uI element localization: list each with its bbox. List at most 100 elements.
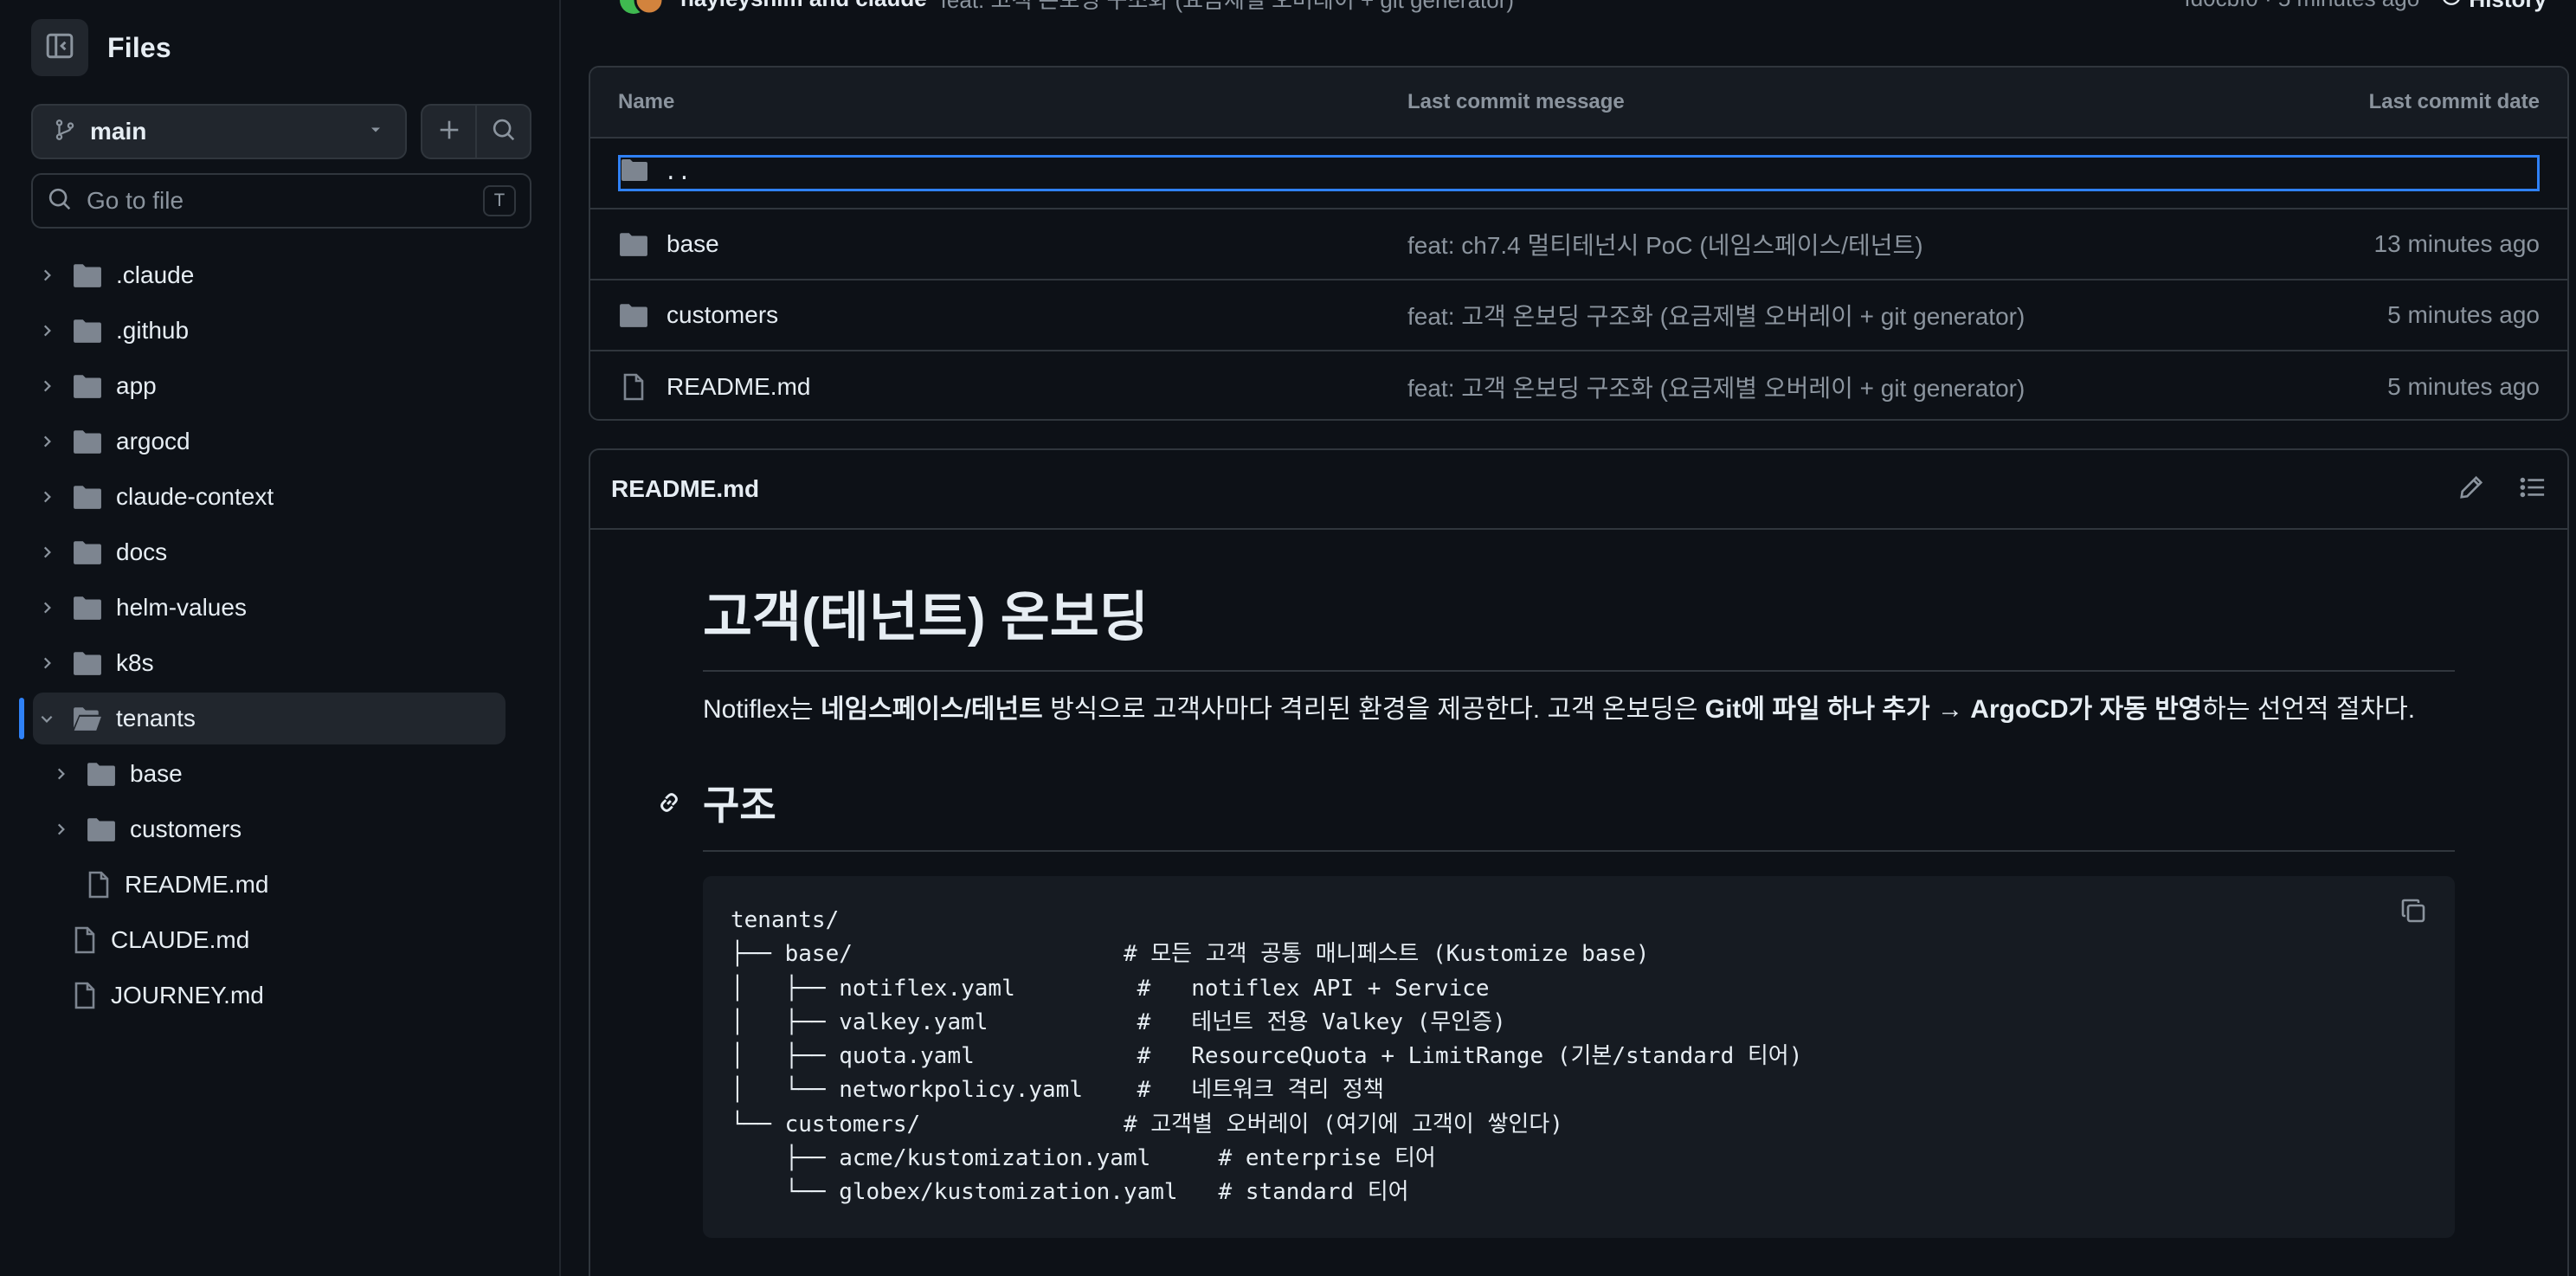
main-content: hayleyshim and claude feat: 고객 온보딩 구조화 (… xyxy=(563,0,2576,1276)
tree-item-journey-md[interactable]: JOURNEY.md xyxy=(33,970,518,1021)
file-name-link[interactable]: base xyxy=(667,230,719,258)
author-avatars[interactable] xyxy=(620,0,672,16)
table-row[interactable]: customers feat: 고객 온보딩 구조화 (요금제별 오버레이 + g… xyxy=(590,280,2567,351)
branch-name: main xyxy=(90,118,147,145)
tree-item-customers[interactable]: customers xyxy=(47,803,518,855)
tree-item-label: helm-values xyxy=(116,594,247,621)
sidebar-header: Files xyxy=(31,19,171,76)
commit-date: 5 minutes ago xyxy=(2387,373,2540,400)
selected-indicator xyxy=(19,698,24,739)
file-icon xyxy=(618,373,649,401)
chevron-right-icon[interactable] xyxy=(33,434,61,449)
chevron-right-icon[interactable] xyxy=(33,267,61,283)
outline-list-icon[interactable] xyxy=(2519,474,2547,505)
tree-item-argocd[interactable]: argocd xyxy=(33,416,518,467)
git-branch-icon xyxy=(54,119,76,145)
readme-heading-2: 구조 xyxy=(703,774,2455,852)
tree-item-app[interactable]: app xyxy=(33,360,518,412)
folder-icon xyxy=(73,318,102,344)
tree-item-docs[interactable]: docs xyxy=(33,526,518,578)
tree-item-label: JOURNEY.md xyxy=(111,982,264,1009)
keyboard-shortcut-badge: T xyxy=(483,185,516,216)
commit-date: 13 minutes ago xyxy=(2373,230,2540,257)
tree-item-claude-md[interactable]: CLAUDE.md xyxy=(33,914,518,966)
tree-item-label: docs xyxy=(116,538,168,565)
tree-item-label: README.md xyxy=(125,871,269,898)
chevron-right-icon[interactable] xyxy=(33,545,61,560)
sidebar-title: Files xyxy=(107,31,171,63)
go-to-file-field[interactable]: T xyxy=(31,173,531,229)
tree-item-label: claude-context xyxy=(116,483,274,510)
edit-pencil-icon[interactable] xyxy=(2458,474,2484,505)
collapse-sidebar-button[interactable] xyxy=(31,19,88,76)
commit-sha[interactable]: fd0cbf0 · 5 minutes ago xyxy=(2184,0,2419,12)
commit-date: 5 minutes ago xyxy=(2387,301,2540,328)
folder-icon xyxy=(73,539,102,565)
github-file-browser: Files main Go to file T .claude .github … xyxy=(0,0,2576,1276)
file-name-link[interactable]: customers xyxy=(667,301,778,329)
folder-icon xyxy=(73,429,102,454)
commit-authors[interactable]: hayleyshim and claude xyxy=(680,0,927,12)
commit-meta: fd0cbf0 · 5 minutes ago History xyxy=(2184,0,2547,13)
chevron-right-icon[interactable] xyxy=(33,323,61,338)
tree-item-label: tenants xyxy=(116,705,196,731)
chevron-down-icon[interactable] xyxy=(33,711,61,726)
commit-message-link[interactable]: feat: 고객 온보딩 구조화 (요금제별 오버레이 + git genera… xyxy=(1407,298,2193,332)
folder-icon xyxy=(618,302,649,328)
chevron-right-icon[interactable] xyxy=(33,489,61,505)
tree-item-github[interactable]: .github xyxy=(33,305,518,357)
paragraph-bold-text: 네임스페이스/테넌트 xyxy=(820,695,1043,724)
parent-directory-row[interactable]: .. xyxy=(590,139,2567,209)
file-icon xyxy=(73,982,97,1009)
tree-item-k8s[interactable]: k8s xyxy=(33,637,518,689)
folder-icon xyxy=(73,595,102,621)
go-to-file-input[interactable] xyxy=(85,186,471,216)
file-name-link[interactable]: README.md xyxy=(667,373,810,401)
tree-item-helm-values[interactable]: helm-values xyxy=(33,582,518,634)
add-file-button[interactable] xyxy=(422,106,475,158)
folder-icon xyxy=(621,158,648,189)
folder-icon xyxy=(73,262,102,288)
tree-item-readme-md[interactable]: README.md xyxy=(47,859,518,911)
tree-item-label: k8s xyxy=(116,649,154,676)
chevron-right-icon[interactable] xyxy=(47,822,74,837)
commit-message-link[interactable]: feat: 고객 온보딩 구조화 (요금제별 오버레이 + git genera… xyxy=(1407,370,2193,404)
branch-selector[interactable]: main xyxy=(31,104,407,159)
file-tree-sidebar: Files main Go to file T .claude .github … xyxy=(0,0,561,1276)
readme-title: README.md xyxy=(611,475,760,502)
sidebar-collapse-icon xyxy=(45,31,74,65)
commit-message[interactable]: feat: 고객 온보딩 구조화 (요금제별 오버레이 + git genera… xyxy=(941,0,1514,15)
file-name-cell: customers xyxy=(618,301,1407,329)
column-date: Last commit date xyxy=(2368,90,2540,113)
file-icon xyxy=(73,926,97,954)
file-name-cell: base xyxy=(618,230,1407,258)
tree-item-tenants[interactable]: tenants xyxy=(33,693,506,744)
history-link[interactable]: History xyxy=(2440,0,2547,13)
tree-item-label: base xyxy=(130,760,183,787)
folder-icon xyxy=(73,650,102,676)
tree-item-label: customers xyxy=(130,815,242,842)
anchor-link-icon[interactable] xyxy=(656,789,682,820)
table-row[interactable]: README.md feat: 고객 온보딩 구조화 (요금제별 오버레이 + g… xyxy=(590,351,2567,419)
chevron-right-icon[interactable] xyxy=(33,600,61,615)
tree-item-label: .github xyxy=(116,317,190,344)
parent-directory-link[interactable]: .. xyxy=(618,155,2540,191)
history-label: History xyxy=(2469,0,2547,12)
copy-icon[interactable] xyxy=(2399,897,2427,929)
tree-item-claude[interactable]: .claude xyxy=(33,249,518,301)
code-block: tenants/ ├── base/ # 모든 고객 공통 매니페스트 (Kus… xyxy=(703,876,2455,1238)
search-button[interactable] xyxy=(475,106,530,158)
history-icon xyxy=(2440,0,2469,12)
chevron-right-icon[interactable] xyxy=(47,766,74,782)
commit-message-link[interactable]: feat: ch7.4 멀티테넌시 PoC (네임스페이스/테넌트) xyxy=(1407,227,2193,261)
tree-item-base[interactable]: base xyxy=(47,748,518,800)
folder-icon xyxy=(618,231,649,257)
chevron-right-icon[interactable] xyxy=(33,655,61,671)
readme-section-structure: 구조 xyxy=(656,774,2455,852)
tree-item-claude-context[interactable]: claude-context xyxy=(33,471,518,523)
code-content: tenants/ ├── base/ # 모든 고객 공통 매니페스트 (Kus… xyxy=(731,907,1803,1206)
folder-open-icon xyxy=(73,706,102,731)
table-row[interactable]: base feat: ch7.4 멀티테넌시 PoC (네임스페이스/테넌트) 13… xyxy=(590,209,2567,280)
paragraph-text: 방식으로 고객사마다 격리된 환경을 제공한다. 고객 온보딩은 xyxy=(1042,695,1705,724)
chevron-right-icon[interactable] xyxy=(33,378,61,394)
